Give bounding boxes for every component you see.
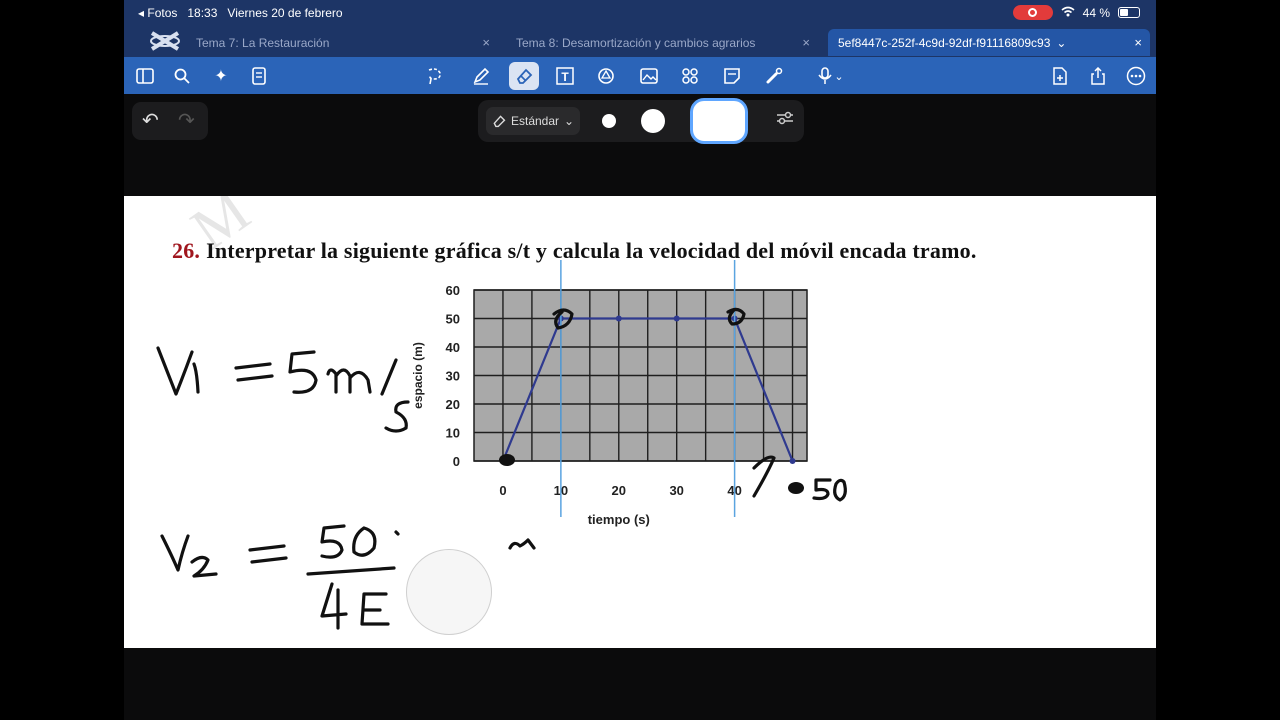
- close-tab-icon[interactable]: ×: [802, 35, 810, 50]
- chevron-down-icon[interactable]: ⌄: [834, 70, 843, 83]
- settings-sliders-icon[interactable]: [776, 110, 794, 130]
- eraser-size-small[interactable]: [602, 114, 616, 128]
- share-icon[interactable]: [1085, 63, 1111, 89]
- undo-icon[interactable]: ↶: [142, 108, 159, 133]
- tab-tema-7[interactable]: Tema 7: La Restauración ×: [186, 29, 498, 56]
- status-bar: ◂ Fotos 18:33 Viernes 20 de febrero 44 %: [124, 0, 1156, 27]
- eraser-mode-dropdown[interactable]: Estándar ⌄: [486, 107, 581, 135]
- undo-redo-group: ↶ ↷: [132, 102, 208, 140]
- eraser-icon[interactable]: [509, 62, 539, 90]
- y-tick-label: 30: [446, 369, 460, 384]
- shapes-icon[interactable]: [593, 63, 619, 89]
- y-tick-label: 10: [446, 426, 460, 441]
- goodnotes-logo-icon[interactable]: [148, 29, 186, 55]
- data-point: [789, 458, 796, 464]
- pen-icon[interactable]: [468, 63, 494, 89]
- eraser-icon: [493, 115, 506, 128]
- status-time: 18:33: [187, 6, 218, 20]
- notebook-page[interactable]: M 26. Interpretar la siguiente gráfica s/…: [124, 196, 1156, 648]
- tool-options-bar: ↶ ↷ Estándar ⌄: [124, 94, 1156, 196]
- eraser-options-group: Estándar ⌄: [478, 98, 804, 144]
- chevron-down-icon[interactable]: ⌄: [1056, 36, 1066, 50]
- x-tick-label: 20: [612, 483, 626, 498]
- data-point: [615, 315, 622, 322]
- main-toolbar: ✦ T ⌄: [124, 57, 1156, 94]
- ipad-screen: ◂ Fotos 18:33 Viernes 20 de febrero 44 %…: [124, 0, 1156, 720]
- eraser-cursor-circle: [406, 549, 492, 635]
- image-icon[interactable]: [636, 63, 662, 89]
- more-icon[interactable]: [1123, 63, 1149, 89]
- data-point: [673, 315, 680, 322]
- y-tick-label: 60: [446, 283, 460, 298]
- battery-icon: [1118, 7, 1140, 18]
- y-tick-label: 40: [446, 340, 460, 355]
- status-date: Viernes 20 de febrero: [227, 6, 343, 20]
- y-tick-label: 50: [446, 312, 460, 327]
- x-tick-label: 30: [669, 483, 683, 498]
- wifi-icon: [1061, 6, 1075, 20]
- screen-record-icon[interactable]: [1012, 5, 1053, 20]
- sidebar-icon[interactable]: [132, 63, 158, 89]
- tab-bar: Tema 7: La Restauración × Tema 8: Desamo…: [124, 27, 1156, 57]
- y-axis-label: espacio (m): [411, 342, 425, 409]
- sticky-note-icon[interactable]: [719, 63, 745, 89]
- redo-icon[interactable]: ↷: [178, 108, 195, 133]
- data-point: [499, 458, 506, 464]
- tab-active-document[interactable]: 5ef8447c-252f-4c9d-92df-f91116809c93 ⌄ ×: [828, 29, 1150, 56]
- back-to-photos-link[interactable]: ◂ Fotos: [138, 6, 177, 20]
- notebook-icon[interactable]: [246, 63, 272, 89]
- close-tab-icon[interactable]: ×: [482, 35, 490, 50]
- chevron-down-icon: ⌄: [564, 114, 575, 128]
- y-tick-label: 20: [446, 397, 460, 412]
- bottom-dark-area: [124, 648, 1156, 720]
- eraser-size-medium[interactable]: [641, 109, 665, 133]
- y-tick-label: 0: [453, 454, 460, 469]
- lasso-icon[interactable]: [421, 63, 447, 89]
- x-tick-label: 0: [499, 483, 506, 498]
- battery-percent: 44 %: [1082, 5, 1110, 20]
- eraser-size-large[interactable]: [690, 98, 748, 144]
- laser-pointer-icon[interactable]: [761, 63, 787, 89]
- textbox-icon[interactable]: T: [552, 63, 578, 89]
- add-page-icon[interactable]: [1047, 63, 1073, 89]
- magic-icon[interactable]: ✦: [208, 63, 234, 89]
- tab-tema-8[interactable]: Tema 8: Desamortización y cambios agrari…: [506, 29, 818, 56]
- close-tab-icon[interactable]: ×: [1134, 35, 1142, 50]
- space-time-chart: 01020304050600 10 20 30 40tiempo (s)espacio …: [411, 260, 808, 527]
- x-axis-label: tiempo (s): [588, 512, 650, 527]
- search-icon[interactable]: [169, 63, 195, 89]
- elements-icon[interactable]: [677, 63, 703, 89]
- svg-text:T: T: [561, 70, 569, 84]
- microphone-icon[interactable]: ⌄: [812, 63, 850, 89]
